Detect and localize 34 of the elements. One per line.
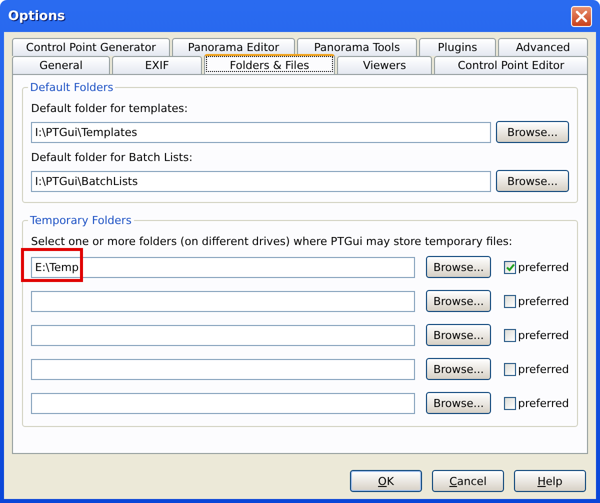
checkbox-label: preferred [518, 396, 569, 410]
folder-field[interactable]: I:\PTGui\BatchLists [31, 170, 491, 192]
tab[interactable]: Panorama Tools [297, 38, 417, 56]
folder-field[interactable]: I:\PTGui\Templates [31, 122, 491, 142]
checkbox-label: preferred [518, 362, 569, 376]
dialog-button[interactable]: Cancel [432, 470, 504, 492]
folder-field[interactable]: E:\Temp [31, 256, 415, 278]
tab[interactable]: Control Point Editor [434, 56, 588, 74]
group-title: Temporary Folders [28, 214, 134, 227]
dialog-button[interactable]: OK [350, 470, 422, 492]
browse-button[interactable]: Browse... [426, 256, 492, 278]
browse-button[interactable]: Browse... [496, 170, 569, 192]
window-title: Options [8, 8, 65, 24]
browse-button[interactable]: Browse... [426, 358, 492, 380]
tab[interactable]: General [12, 56, 110, 74]
tab[interactable]: Plugins [419, 38, 496, 56]
field-label: Default folder for templates: [31, 102, 189, 115]
tab[interactable]: Advanced [498, 38, 588, 56]
description-text: Select one or more folders (on different drives) where PTGui may store temporary files: [31, 235, 514, 248]
field-label: Default folder for Batch Lists: [31, 151, 194, 164]
browse-button[interactable]: Browse... [426, 392, 492, 414]
checkbox-label: preferred [518, 260, 569, 274]
dialog-button[interactable]: Help [514, 470, 586, 492]
checkbox-label: preferred [518, 328, 569, 342]
tab[interactable]: Viewers [337, 56, 432, 74]
tab[interactable]: Folders & Files [204, 54, 335, 74]
browse-button[interactable]: Browse... [426, 324, 492, 346]
browse-button[interactable]: Browse... [496, 121, 569, 143]
tab[interactable]: EXIF [112, 56, 202, 74]
checkbox-label: preferred [518, 294, 569, 308]
group-title: Default Folders [28, 81, 116, 94]
tab[interactable]: Panorama Editor [172, 38, 295, 56]
browse-button[interactable]: Browse... [426, 290, 492, 312]
tab[interactable]: Control Point Generator [12, 38, 170, 56]
